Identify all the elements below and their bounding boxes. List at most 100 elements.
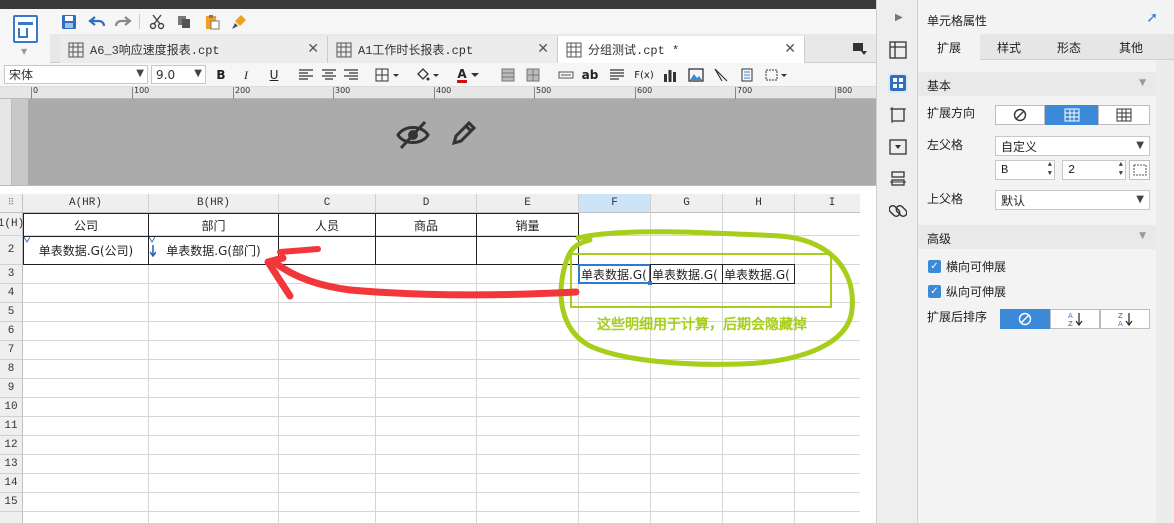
align-left-icon[interactable] [296,65,316,85]
row-header-2[interactable]: 2 [0,236,23,265]
cell-f3[interactable]: 单表数据.G( [578,264,651,284]
chart-icon[interactable] [660,65,680,85]
row-header-1[interactable]: 1(H) [0,213,24,236]
save-icon[interactable] [58,11,80,32]
cell-d2[interactable] [375,236,477,265]
left-parent-column-spinner[interactable]: B ▲ ▼ [995,160,1055,180]
font-family-select[interactable]: 宋体 ▼ [4,65,148,84]
row-header-8[interactable]: 8 [0,360,23,379]
insert-rich-text-button[interactable]: ab [580,65,600,85]
formula-button[interactable]: F(x) [634,65,654,85]
row-header-13[interactable]: 13 [0,455,23,474]
column-header-e[interactable]: E [477,194,579,213]
cell-c1[interactable]: 人员 [278,213,376,237]
fill-color-icon[interactable] [413,65,443,85]
borders-icon[interactable] [373,65,403,85]
slash-icon[interactable] [711,65,731,85]
cell-b1[interactable]: 部门 [148,213,279,237]
expand-panel-icon[interactable]: ▶ [895,12,903,23]
left-parent-row-spinner[interactable]: 2 ▲ ▼ [1062,160,1126,180]
sort-ascending-button[interactable]: AZ [1050,309,1100,329]
paragraph-icon[interactable] [607,65,627,85]
data-list-icon[interactable] [888,169,908,189]
sort-none-button[interactable] [1000,309,1050,329]
condition-attributes-icon[interactable] [888,137,908,157]
cell-c2[interactable] [278,236,376,265]
page-header-band[interactable] [28,99,876,185]
paste-icon[interactable] [201,11,223,32]
undo-icon[interactable] [86,11,108,32]
tab-form[interactable]: 形态 [1038,34,1100,60]
row-header-12[interactable]: 12 [0,436,23,455]
tab-expand[interactable]: 扩展 [918,34,980,60]
row-header-6[interactable]: 6 [0,322,23,341]
split-cells-icon[interactable] [523,65,543,85]
font-size-select[interactable]: 9.0 ▼ [151,65,206,84]
cell-h3[interactable]: 单表数据.G( [722,264,795,284]
column-header-i[interactable]: I [795,194,860,213]
tab-a1-report[interactable]: A1工作时长报表.cpt ✕ [328,36,558,63]
column-header-a[interactable]: A(HR) [23,194,149,213]
left-parent-select[interactable]: 自定义 ▼ [995,136,1150,156]
align-center-icon[interactable] [319,65,339,85]
pin-icon[interactable]: ➚ [1146,10,1158,26]
expand-vertical-button[interactable] [1045,105,1098,125]
align-right-icon[interactable] [341,65,361,85]
row-header-7[interactable]: 7 [0,341,23,360]
row-header-14[interactable]: 14 [0,474,23,493]
app-menu[interactable]: ▼ [0,9,50,63]
section-advanced[interactable]: 高级 ▼ [918,225,1156,249]
close-icon[interactable]: ✕ [307,41,319,57]
column-header-f[interactable]: F [579,194,651,213]
hidden-eye-icon[interactable] [396,120,430,150]
tab-a6-report[interactable]: A6_3响应速度报表.cpt ✕ [60,36,328,63]
cell-a2[interactable]: 单表数据.G(公司) [23,236,149,265]
select-all-corner[interactable]: ⠿ [0,194,23,213]
bold-button[interactable]: B [211,65,231,85]
column-header-h[interactable]: H [723,194,795,213]
section-basic[interactable]: 基本 ▼ [918,72,1156,96]
row-header-9[interactable]: 9 [0,379,23,398]
redo-icon[interactable] [112,11,134,32]
tab-list-icon[interactable] [852,40,868,56]
panel-scrollbar[interactable] [1156,60,1174,523]
column-header-d[interactable]: D [376,194,477,213]
tab-other[interactable]: 其他 [1100,34,1162,60]
cell-e2[interactable] [476,236,579,265]
cell-a1[interactable]: 公司 [23,213,149,237]
cell-properties-icon[interactable] [888,73,908,93]
edit-pencil-icon[interactable] [448,119,478,149]
close-icon[interactable]: ✕ [537,41,549,57]
insert-text-icon[interactable] [556,65,576,85]
tab-group-test[interactable]: 分组测试.cpt * ✕ [558,36,805,63]
row-header-10[interactable]: 10 [0,398,23,417]
expand-none-button[interactable] [995,105,1045,125]
expand-horizontal-button[interactable] [1098,105,1150,125]
vertical-expandable-checkbox[interactable]: ✓ 纵向可伸展 [928,283,1006,300]
column-header-c[interactable]: C [279,194,376,213]
cell-layout-icon[interactable] [888,40,908,60]
row-header-11[interactable]: 11 [0,417,23,436]
horizontal-expandable-checkbox[interactable]: ✓ 横向可伸展 [928,258,1006,275]
row-header-15[interactable]: 15 [0,493,23,512]
widget-settings-icon[interactable] [888,105,908,125]
cell-g3[interactable]: 单表数据.G( [650,264,723,284]
column-header-g[interactable]: G [651,194,723,213]
italic-button[interactable]: I [236,65,256,85]
cell-d1[interactable]: 商品 [375,213,477,237]
close-icon[interactable]: ✕ [784,41,796,57]
row-header-5[interactable]: 5 [0,303,23,322]
merge-cells-icon[interactable] [498,65,518,85]
cell-b2[interactable]: 单表数据.G(部门) [148,236,279,265]
row-header-4[interactable]: 4 [0,284,23,303]
sub-report-icon[interactable] [737,65,757,85]
fill-handle[interactable] [648,281,652,285]
hyperlink-icon[interactable] [888,201,908,221]
column-header-b[interactable]: B(HR) [149,194,279,213]
image-icon[interactable] [686,65,706,85]
tab-style[interactable]: 样式 [978,34,1040,60]
row-header-3[interactable]: 3 [0,265,23,284]
top-parent-select[interactable]: 默认 ▼ [995,190,1150,210]
sort-descending-button[interactable]: ZA [1100,309,1150,329]
pick-cell-button[interactable] [1129,160,1150,180]
